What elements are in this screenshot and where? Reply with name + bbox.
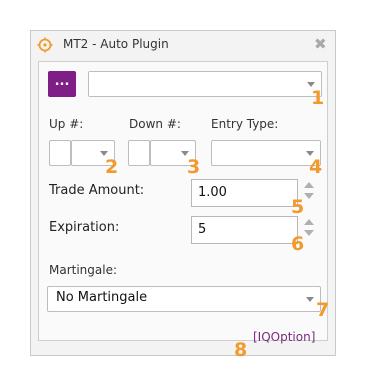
martingale-label: Martingale: (49, 263, 118, 277)
badge-8: 8 (234, 339, 248, 361)
expiration-decrement-icon[interactable] (304, 230, 314, 236)
down-label: Down #: (129, 117, 181, 131)
up-label: Up #: (49, 117, 84, 131)
badge-5: 5 (291, 196, 305, 218)
symbol-select[interactable] (88, 71, 322, 97)
trade-amount-increment-icon[interactable] (304, 182, 314, 188)
entry-type-label: Entry Type: (211, 117, 279, 131)
more-options-button[interactable]: ... (48, 71, 76, 97)
entry-type-select[interactable] (211, 140, 321, 166)
target-gear-icon (37, 37, 53, 53)
expiration-input[interactable]: 5 (191, 216, 298, 244)
window-title: MT2 - Auto Plugin (63, 37, 169, 51)
title-bar: MT2 - Auto Plugin ✖ (31, 31, 335, 59)
badge-6: 6 (291, 233, 305, 255)
expiration-increment-icon[interactable] (304, 219, 314, 225)
down-prefix-box[interactable] (128, 140, 150, 166)
martingale-select[interactable]: No Martingale (47, 286, 321, 312)
plugin-window: MT2 - Auto Plugin ✖ ... 1 Up #: Down #: … (30, 30, 336, 361)
badge-1: 1 (311, 87, 325, 109)
expiration-label: Expiration: (49, 220, 120, 235)
trade-amount-decrement-icon[interactable] (304, 193, 314, 199)
trade-amount-input[interactable]: 1.00 (191, 179, 298, 207)
badge-2: 2 (105, 156, 119, 178)
badge-3: 3 (187, 156, 201, 178)
badge-7: 7 (316, 299, 330, 321)
iqoption-link[interactable]: [IQOption] (253, 330, 315, 344)
up-prefix-box[interactable] (49, 140, 71, 166)
settings-panel: ... 1 Up #: Down #: Entry Type: 2 3 4 Tr… (38, 61, 330, 341)
martingale-value: No Martingale (56, 290, 148, 305)
chevron-down-icon (306, 297, 314, 302)
badge-4: 4 (309, 156, 323, 178)
close-button[interactable]: ✖ (314, 36, 327, 52)
trade-amount-label: Trade Amount: (49, 183, 145, 198)
